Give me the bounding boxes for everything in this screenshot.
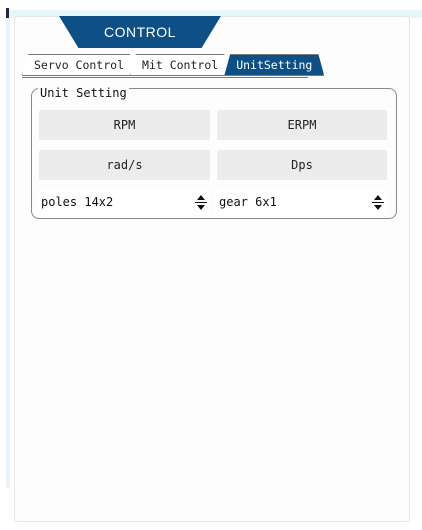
down-arrow-icon[interactable] (197, 204, 205, 210)
erpm-button[interactable]: ERPM (217, 110, 387, 140)
tab-bar: Servo Control Mit Control UnitSetting (22, 54, 318, 78)
dps-button[interactable]: Dps (217, 150, 387, 180)
gear-spinbox[interactable]: gear 6x1 (215, 189, 387, 215)
rpm-button[interactable]: RPM (39, 110, 210, 140)
tab-servo-control-label: Servo Control (34, 58, 125, 72)
left-edge-accent (6, 8, 10, 488)
poles-value[interactable]: poles 14x2 (37, 195, 194, 209)
tab-mit-control-label: Mit Control (142, 58, 219, 72)
tab-unit-setting[interactable]: UnitSetting (224, 54, 324, 76)
tab-unit-setting-label: UnitSetting (236, 58, 313, 72)
control-title: CONTROL (104, 24, 176, 40)
poles-stepper[interactable] (194, 191, 208, 213)
tab-baseline (22, 77, 308, 78)
stepper-separator (372, 201, 384, 203)
poles-spinbox[interactable]: poles 14x2 (37, 189, 210, 215)
tab-servo-control[interactable]: Servo Control (22, 54, 136, 76)
unit-setting-title: Unit Setting (38, 86, 129, 100)
up-arrow-icon[interactable] (197, 194, 205, 200)
down-arrow-icon[interactable] (374, 204, 382, 210)
tab-mit-control[interactable]: Mit Control (130, 54, 230, 76)
stepper-separator (195, 201, 207, 203)
gear-stepper[interactable] (371, 191, 385, 213)
up-arrow-icon[interactable] (374, 194, 382, 200)
rad-s-button[interactable]: rad/s (39, 150, 210, 180)
gear-value[interactable]: gear 6x1 (215, 195, 371, 209)
control-header: CONTROL (59, 16, 221, 48)
